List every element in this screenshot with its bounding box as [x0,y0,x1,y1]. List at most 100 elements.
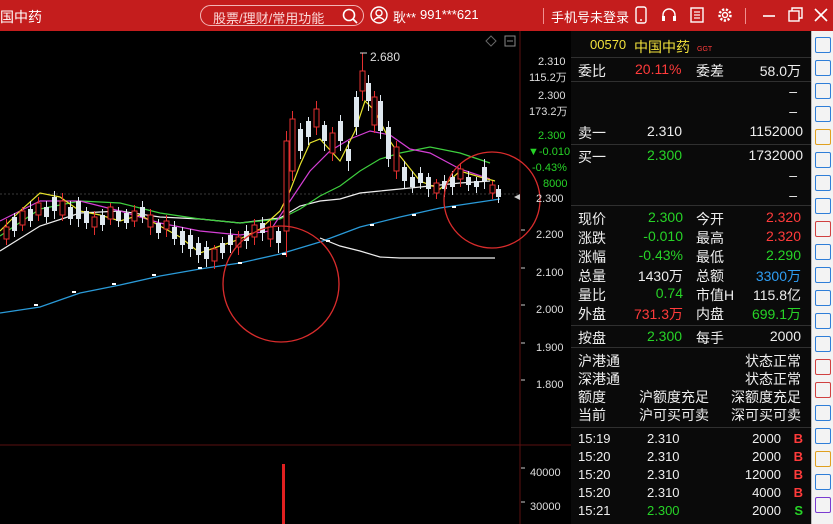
ask-1-row[interactable]: 卖一 2.310 1152000 [571,123,811,141]
connect-mid: 沪额度充足 [639,389,709,405]
tick-side: S [794,503,803,518]
tick-time: 15:19 [578,431,611,446]
stat-value: 115.8亿 [753,287,801,303]
user-id[interactable]: 991***621 [420,7,479,22]
stat-label: 涨跌 [578,230,606,246]
candle-body [329,132,336,154]
sq-icon[interactable] [815,359,831,375]
candle-body [393,146,400,172]
candle-body [35,202,42,216]
collapse-icon[interactable] [815,37,831,53]
grid-icon[interactable] [815,129,831,145]
candle-body [489,184,496,194]
stat-label: 现价 [578,211,606,227]
user-icon[interactable] [370,6,388,24]
candle-body [283,140,290,232]
candle-body [28,209,33,221]
tick-time: 15:20 [578,449,611,464]
search-input[interactable]: 股票/理财/常用功能 [200,5,364,26]
phone-login-link[interactable]: 手机号未登录 [551,7,629,26]
tick-row: 15:20 2.310 2000 B [571,449,811,467]
stock-name: 中国中药 [634,39,690,55]
ask-empty-row: – [789,83,797,99]
tick-time: 15:21 [578,503,611,518]
candle-body [220,243,225,253]
tick-side: B [793,467,803,482]
candle-body [131,210,138,222]
candle-body [482,167,487,181]
candle-body [147,214,154,228]
f12-icon[interactable] [815,313,831,329]
candle-body [84,211,89,223]
price-label-2000: 2.000 [536,304,564,316]
chart-icon[interactable] [815,198,831,214]
ai-icon[interactable] [815,497,831,513]
stat-label: 市值H [696,287,735,303]
stat-row: 总量 1430万 总额 3300万 [571,266,811,284]
stat-row: 涨幅 -0.43% 最低 2.290 [571,247,811,265]
candle-body [52,197,57,211]
bid-1-row[interactable]: 买一 2.300 1732000 [571,147,811,165]
tick-volume: 2000 [752,431,781,446]
restore-icon[interactable] [786,6,804,24]
close-icon[interactable] [812,6,830,24]
tick-volume: 12000 [744,467,781,482]
draw-icon[interactable] [815,451,831,467]
candle-body [211,248,218,262]
price-label-2200: 2.200 [536,229,564,241]
rsi-icon[interactable] [815,405,831,421]
stat-value: -0.43% [638,247,683,263]
stat-value: 0.74 [655,285,683,301]
notes-icon[interactable] [688,6,706,24]
f10-icon[interactable] [815,267,831,283]
stat-label: 涨幅 [578,249,606,265]
f5-icon[interactable] [815,474,831,490]
connect-status: 状态正常 [745,353,801,369]
bar-icon[interactable] [815,336,831,352]
stat-label: 外盘 [578,306,606,322]
candle-body [354,97,359,127]
stat-value: 1430万 [637,268,683,284]
candle-body [140,207,145,217]
candle-body [496,189,501,197]
candle-body [156,223,161,233]
ask-icon[interactable] [815,175,831,191]
tick-price: 2.310 [647,431,680,446]
divider [543,8,544,24]
tag-price-1: 2.310 [538,56,566,68]
up-icon[interactable] [815,106,831,122]
gear-icon[interactable] [716,6,734,24]
bid-empty-row: – [789,187,797,203]
stock-code: 00570 [590,37,627,52]
price-label-1800: 1.800 [536,379,564,391]
mobile-icon[interactable] [632,6,650,24]
candle-body [418,173,423,183]
divider [745,8,746,24]
weibi-value: 20.11% [635,61,682,77]
search-icon[interactable] [341,7,359,25]
tools-icon[interactable] [815,221,831,237]
list-icon[interactable] [815,152,831,168]
candle-body [306,121,311,137]
ladder-icon[interactable] [815,290,831,306]
finance-icon[interactable] [815,244,831,260]
stock-tab-title[interactable]: 国中药 [0,7,42,27]
minimize-icon[interactable] [760,6,778,24]
move-icon[interactable] [815,428,831,444]
user-name[interactable]: 耿** [393,7,416,26]
headset-icon[interactable] [660,6,678,24]
top-bar: 国中药 股票/理财/常用功能 耿** 991***621 手机号未登录 [0,0,833,31]
tag-vol: 8000 [543,178,567,190]
wave-icon[interactable] [815,382,831,398]
stat-value: 731.3万 [633,306,683,322]
volume-label-30000: 30000 [530,501,561,513]
kline-chart[interactable]: 2.680 2.310 115.2万 2.300 173.2万 2.300 ▼-… [0,31,571,524]
stat-value: 2.320 [765,228,801,244]
export-icon[interactable] [815,83,831,99]
candle-body [359,70,366,92]
stat-value: 3300万 [755,268,801,284]
candle-body [124,213,129,223]
candle-body [338,121,343,141]
vol-icon[interactable] [815,60,831,76]
tick-side: B [793,485,803,500]
